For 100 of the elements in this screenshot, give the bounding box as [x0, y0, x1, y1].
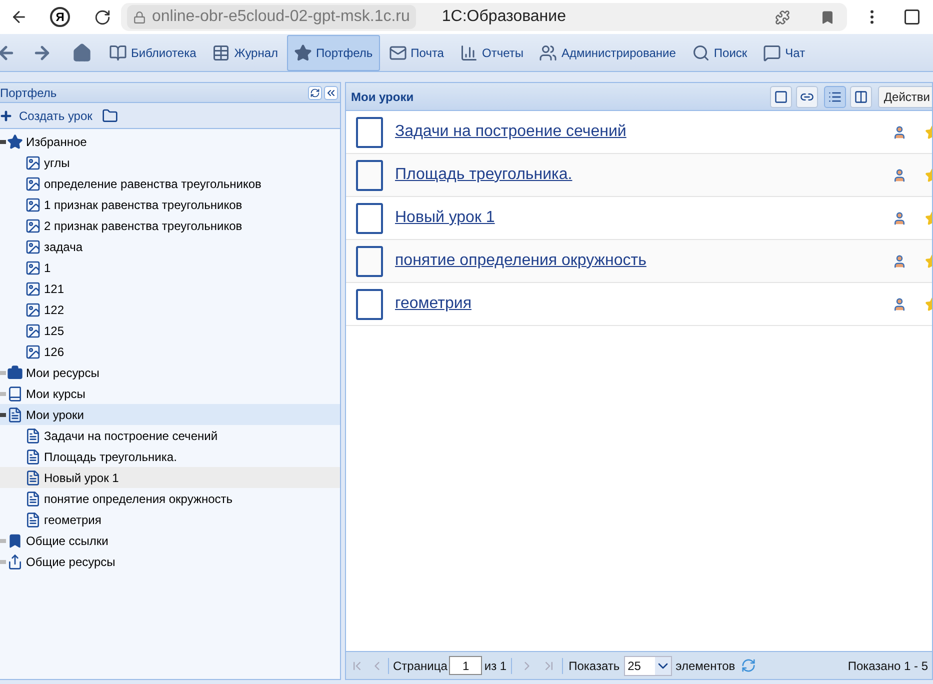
star-icon [294, 44, 312, 62]
tree-item[interactable]: Мои ресурсы [0, 362, 340, 383]
panel-title: Портфель [0, 84, 57, 102]
lesson-link[interactable]: Новый урок 1 [395, 206, 495, 230]
tree-item[interactable]: понятие определения окружность [0, 488, 340, 509]
nav-tab[interactable]: Чат [756, 34, 812, 70]
tree-item[interactable]: геометрия [0, 509, 340, 530]
browser-logo[interactable]: Я [50, 7, 70, 27]
reload-icon[interactable] [94, 8, 111, 26]
image-icon [25, 238, 41, 254]
back-icon[interactable] [10, 8, 28, 26]
checkbox[interactable] [356, 160, 383, 190]
bookmark-icon [7, 532, 23, 548]
dropdown-icon [654, 656, 671, 674]
person-icon [892, 168, 907, 182]
star-icon [7, 134, 23, 150]
nav-tab[interactable]: Почта [382, 34, 451, 70]
share-icon [7, 554, 23, 570]
tree-item[interactable]: Новый урок 1 [0, 467, 340, 488]
person-icon [892, 296, 907, 312]
list-icon [828, 90, 842, 104]
tree-item[interactable]: Избранное [0, 131, 340, 152]
nav-tab[interactable]: Администрирование [532, 34, 683, 70]
lesson-link[interactable]: Задачи на построение сечений [395, 120, 626, 144]
tree-item[interactable]: определение равенства треугольников [0, 173, 340, 194]
tree-item[interactable]: Мои курсы [0, 383, 340, 404]
folder-icon[interactable] [102, 108, 118, 124]
create-lesson-button[interactable]: Создать урок [0, 106, 92, 124]
lesson-row[interactable]: Площадь треугольника. [346, 154, 932, 197]
tree-item[interactable]: 122 [0, 299, 340, 320]
image-icon [25, 196, 41, 212]
checkbox[interactable] [356, 288, 383, 320]
checkbox[interactable] [356, 202, 383, 234]
page-size-select[interactable]: 25 [624, 656, 672, 676]
nav-tab[interactable]: Библиотека [102, 34, 204, 70]
tree-item[interactable]: задача [0, 236, 340, 257]
tree-item[interactable]: Мои уроки [0, 404, 340, 425]
view-button[interactable] [770, 86, 792, 108]
summary-text: Показано 1 - 5 [848, 658, 928, 674]
book-icon [109, 44, 127, 62]
bar-chart-icon [460, 44, 478, 62]
lesson-row[interactable]: понятие определения окружность [346, 240, 932, 283]
table-icon [212, 44, 230, 62]
page-input[interactable]: 1 [449, 656, 482, 675]
address-bar[interactable]: online-obr-e5cloud-02-gpt-msk.1c.ru 1С:Образование [121, 3, 847, 31]
nav-tab[interactable]: Отчеты [452, 34, 530, 70]
url-text: online-obr-e5cloud-02-gpt-msk.1c.ru [152, 7, 410, 27]
checkbox[interactable] [356, 246, 383, 276]
columns-icon [854, 90, 868, 104]
envelope-icon [388, 44, 407, 62]
view-button[interactable] [824, 86, 846, 108]
view-button[interactable] [796, 86, 818, 108]
document-icon [25, 428, 41, 444]
view-button[interactable] [850, 86, 872, 108]
refresh-icon[interactable] [308, 86, 322, 100]
lesson-link[interactable]: Площадь треугольника. [395, 163, 572, 187]
nav-tab[interactable]: Портфель [287, 34, 380, 70]
speech-bubble-icon [763, 44, 782, 62]
image-icon [25, 344, 41, 360]
image-icon [25, 280, 41, 296]
tree-item[interactable]: Задачи на построение сечений [0, 425, 340, 446]
collapse-icon[interactable] [324, 86, 338, 100]
book-icon [7, 386, 23, 402]
home-icon[interactable] [72, 42, 92, 62]
nav-tab[interactable]: Журнал [205, 34, 286, 70]
extension-icon[interactable] [775, 10, 790, 24]
image-icon [25, 260, 41, 276]
tree-item[interactable]: 1 признак равенства треугольников [0, 194, 340, 215]
image-icon [25, 322, 41, 338]
nav-tab[interactable]: Поиск [684, 34, 754, 70]
document-icon [25, 490, 41, 506]
tree-item[interactable]: 1 [0, 257, 340, 278]
briefcase-icon [7, 364, 23, 380]
lesson-link[interactable]: понятие определения окружность [395, 249, 646, 273]
checkbox[interactable] [356, 116, 383, 148]
lock-icon [133, 10, 146, 24]
tree-item[interactable]: 126 [0, 341, 340, 362]
image-icon [25, 218, 41, 234]
tree-item[interactable]: 125 [0, 320, 340, 341]
document-icon [7, 406, 23, 422]
page-title: 1С:Образование [442, 7, 566, 27]
tree-item[interactable]: Общие ресурсы [0, 551, 340, 572]
tree-item[interactable]: углы [0, 152, 340, 173]
actions-button[interactable]: Действи [878, 86, 932, 108]
person-icon [892, 254, 907, 268]
tree-item[interactable]: Общие ссылки [0, 530, 340, 551]
tree-item[interactable]: Площадь треугольника. [0, 446, 340, 467]
panel-title: Мои уроки [350, 88, 414, 106]
person-icon [892, 124, 907, 140]
lesson-link[interactable]: геометрия [395, 292, 472, 316]
window-icon [774, 90, 788, 104]
search-icon [692, 44, 710, 62]
tree-item[interactable]: 2 признак равенства треугольников [0, 215, 340, 236]
image-icon [25, 302, 41, 318]
items-label: элементов [676, 658, 736, 674]
tree-item[interactable]: 121 [0, 278, 340, 299]
document-icon [25, 512, 41, 528]
page-count: из 1 [484, 658, 507, 674]
bookmark-icon[interactable] [820, 10, 835, 24]
image-icon [25, 154, 41, 170]
